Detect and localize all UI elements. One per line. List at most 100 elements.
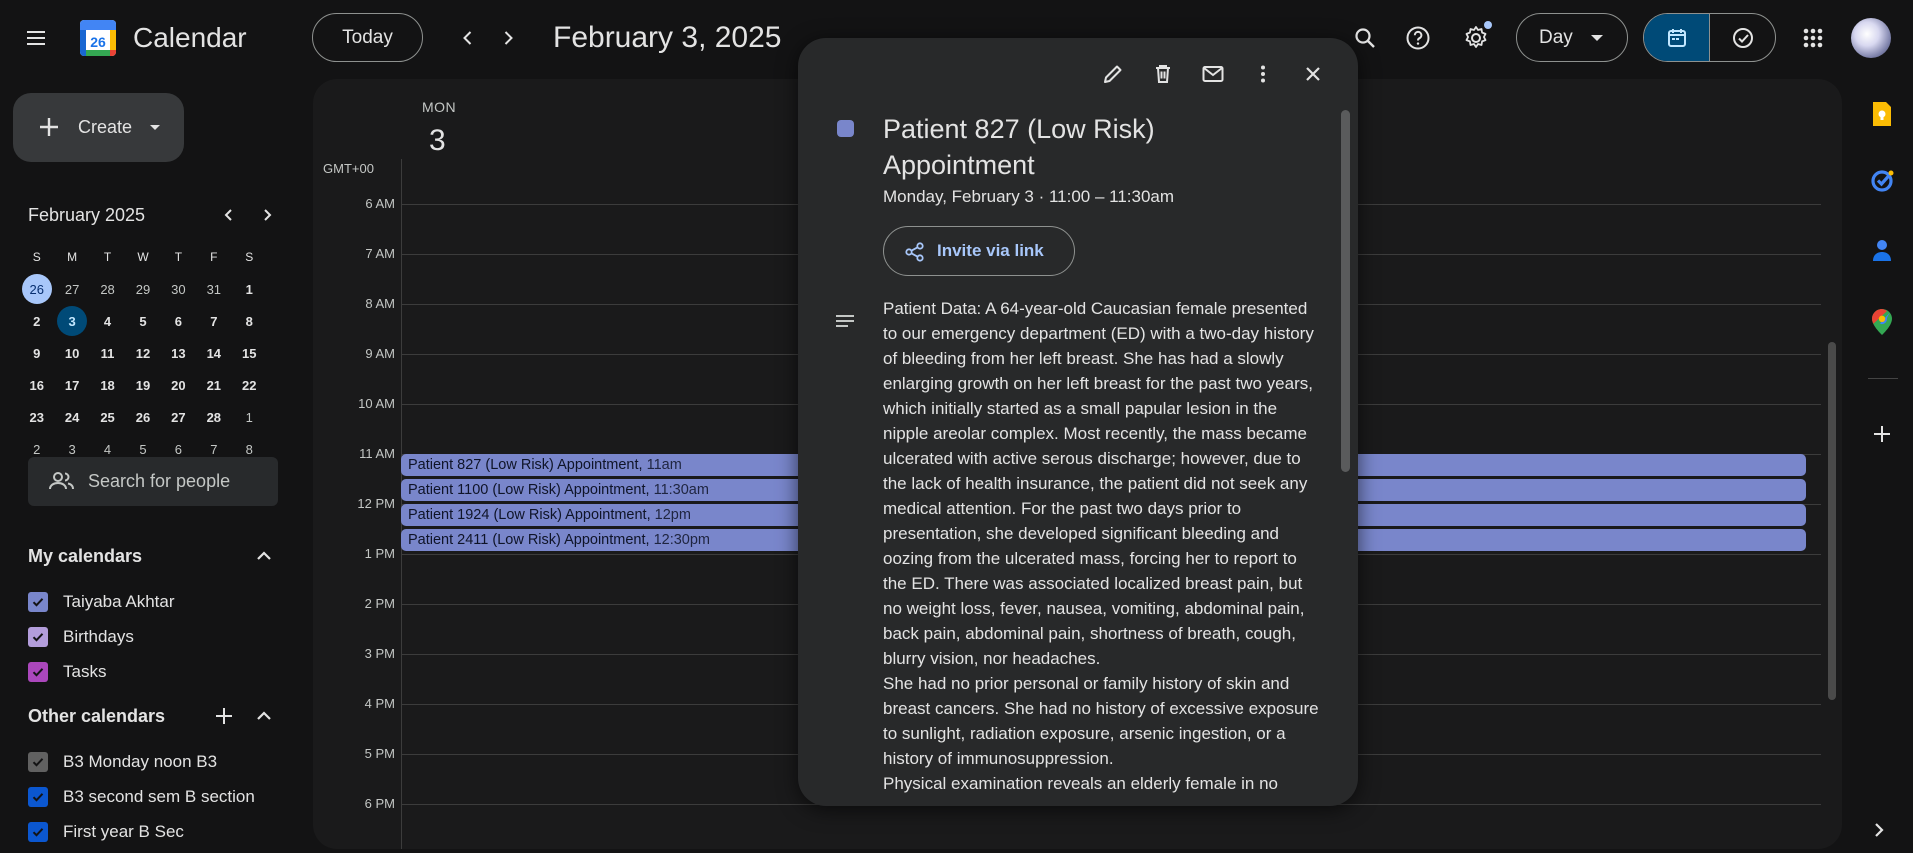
my-calendars-collapse-button[interactable]: [252, 544, 276, 568]
trash-icon: [1156, 65, 1170, 83]
calendar-list-item[interactable]: B3 Monday noon B3: [28, 748, 217, 776]
view-selector[interactable]: Day: [1516, 13, 1628, 62]
invite-via-link-button[interactable]: Invite via link: [883, 226, 1075, 276]
get-addons-button[interactable]: [1864, 416, 1900, 452]
mini-calendar-day[interactable]: 16: [19, 370, 54, 400]
account-avatar[interactable]: [1851, 18, 1891, 58]
mini-calendar-day[interactable]: 26: [19, 274, 54, 304]
check-icon: [32, 793, 44, 802]
main-menu-button[interactable]: [16, 18, 56, 58]
other-calendars-collapse-button[interactable]: [252, 704, 276, 728]
mini-calendar-day[interactable]: 27: [161, 402, 196, 432]
mini-calendar-day[interactable]: 27: [54, 274, 89, 304]
add-other-calendar-button[interactable]: [212, 704, 236, 728]
mini-calendar-day[interactable]: 11: [90, 338, 125, 368]
calendar-label: Birthdays: [63, 627, 134, 646]
event-details-popup: Patient 827 (Low Risk) Appointment Monda…: [798, 38, 1358, 806]
mini-calendar-day[interactable]: 6: [161, 306, 196, 336]
mini-weekday-label: S: [32, 250, 41, 264]
mini-calendar-day[interactable]: 18: [90, 370, 125, 400]
mini-calendar-day[interactable]: 29: [125, 274, 160, 304]
next-day-button[interactable]: [490, 20, 526, 56]
mini-calendar-day[interactable]: 13: [161, 338, 196, 368]
mini-calendar-day[interactable]: 19: [125, 370, 160, 400]
mini-next-month-button[interactable]: [252, 200, 282, 230]
mini-calendar-day[interactable]: 14: [196, 338, 231, 368]
calendar-checkbox[interactable]: [28, 662, 48, 682]
mini-prev-month-button[interactable]: [214, 200, 244, 230]
popup-scrollbar[interactable]: [1341, 110, 1350, 472]
calendar-list-item[interactable]: Taiyaba Akhtar: [28, 588, 175, 616]
mini-calendar-day-label: 17: [64, 377, 80, 393]
calendar-checkbox[interactable]: [28, 822, 48, 842]
tasks-app-button[interactable]: [1864, 162, 1900, 198]
mini-calendar-day-label: 16: [29, 377, 44, 393]
create-button[interactable]: Create: [13, 93, 184, 162]
mini-calendar-day[interactable]: 10: [54, 338, 89, 368]
previous-day-button[interactable]: [450, 20, 486, 56]
mini-calendar-day[interactable]: 28: [196, 402, 231, 432]
event-chip-title: Patient 1924 (Low Risk) Appointment: [408, 507, 647, 523]
edit-event-button[interactable]: [1088, 56, 1138, 92]
mini-calendar-day[interactable]: 7: [196, 306, 231, 336]
email-guests-button[interactable]: [1188, 56, 1238, 92]
calendar-view-toggle[interactable]: [1644, 14, 1710, 61]
close-popup-button[interactable]: [1288, 56, 1338, 92]
mini-calendar-day-label: 14: [206, 345, 222, 361]
mini-calendar-day[interactable]: 1: [232, 402, 267, 432]
calendar-logo[interactable]: 26: [78, 18, 118, 58]
mini-calendar-day[interactable]: 30: [161, 274, 196, 304]
mini-weekday-label: S: [245, 250, 254, 264]
delete-event-button[interactable]: [1138, 56, 1188, 92]
mini-calendar-day[interactable]: 15: [232, 338, 267, 368]
mini-calendar-day[interactable]: 8: [232, 306, 267, 336]
mini-calendar-day[interactable]: 24: [54, 402, 89, 432]
tasks-view-toggle[interactable]: [1710, 14, 1775, 61]
day-view-scrollbar[interactable]: [1828, 342, 1836, 700]
calendar-list-item[interactable]: First year B Sec: [28, 818, 184, 846]
calendar-checkbox[interactable]: [28, 752, 48, 772]
contacts-app-button[interactable]: [1864, 232, 1900, 268]
calendar-label: First year B Sec: [63, 822, 184, 841]
settings-button[interactable]: [1456, 18, 1496, 58]
mini-calendar-day[interactable]: 20: [161, 370, 196, 400]
mini-calendar-day[interactable]: 17: [54, 370, 89, 400]
mini-calendar-day[interactable]: 26: [125, 402, 160, 432]
help-button[interactable]: [1398, 18, 1438, 58]
show-side-panel-button[interactable]: [1868, 819, 1890, 846]
mini-calendar-day[interactable]: 1: [232, 274, 267, 304]
hour-label: 10 AM: [358, 396, 395, 411]
calendar-checkbox[interactable]: [28, 627, 48, 647]
mini-calendar-day[interactable]: 28: [90, 274, 125, 304]
mini-calendar-day[interactable]: 31: [196, 274, 231, 304]
mini-calendar-day[interactable]: 5: [125, 306, 160, 336]
search-people-input[interactable]: Search for people: [28, 457, 278, 506]
calendar-list-item[interactable]: B3 second sem B section: [28, 783, 255, 811]
day-number[interactable]: 3: [429, 124, 446, 158]
mini-calendar-day-label: 1: [245, 281, 253, 297]
mini-calendar-day[interactable]: 23: [19, 402, 54, 432]
event-datetime: Monday, February 3 · 11:00 – 11:30am: [883, 187, 1175, 206]
mini-calendar-day[interactable]: 22: [232, 370, 267, 400]
keep-app-button[interactable]: [1864, 96, 1900, 132]
mini-calendar-day[interactable]: 25: [90, 402, 125, 432]
calendar-checkbox[interactable]: [28, 592, 48, 612]
other-calendars-title[interactable]: Other calendars: [28, 706, 165, 727]
maps-app-button[interactable]: [1864, 304, 1900, 340]
today-button[interactable]: Today: [312, 13, 423, 62]
more-options-button[interactable]: [1238, 56, 1288, 92]
calendar-checkbox[interactable]: [28, 787, 48, 807]
share-icon: [905, 242, 924, 262]
google-apps-button[interactable]: [1793, 18, 1833, 58]
mini-calendar-day[interactable]: 3: [54, 306, 89, 336]
mini-calendar-day[interactable]: 4: [90, 306, 125, 336]
my-calendars-title[interactable]: My calendars: [28, 546, 142, 567]
mini-calendar-day[interactable]: 2: [19, 306, 54, 336]
mini-calendar-day[interactable]: 12: [125, 338, 160, 368]
calendar-list-item[interactable]: Tasks: [28, 658, 106, 686]
mini-calendar-day[interactable]: 9: [19, 338, 54, 368]
event-chip-time: 11:30am: [653, 482, 709, 498]
calendar-list-item[interactable]: Birthdays: [28, 623, 134, 651]
side-panel: [1852, 78, 1913, 853]
mini-calendar-day[interactable]: 21: [196, 370, 231, 400]
